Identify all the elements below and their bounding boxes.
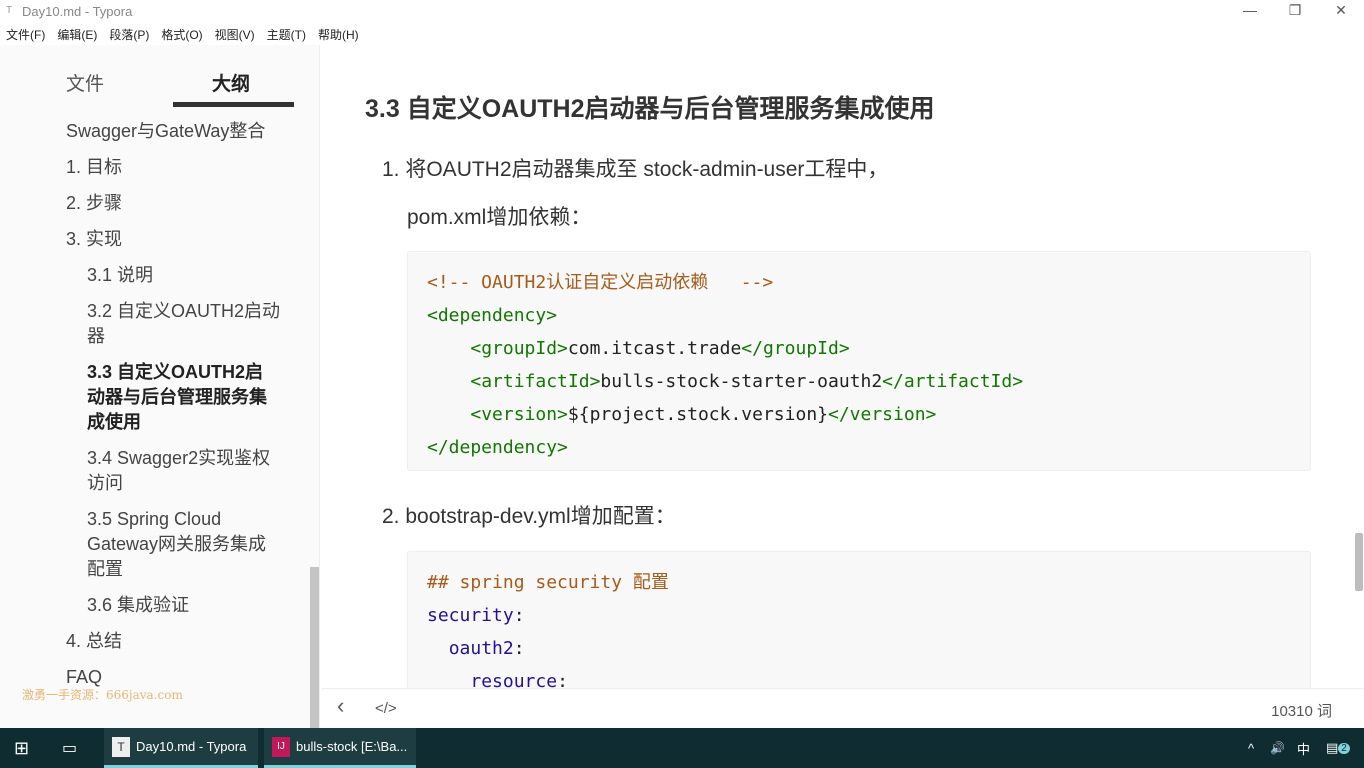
code-token: </version> (828, 404, 937, 425)
editor-scrollbar[interactable] (1355, 533, 1363, 591)
step-1-subtext: pom.xml增加依赖： (407, 206, 592, 229)
restore-button[interactable]: ❐ (1285, 2, 1305, 19)
menu-item[interactable]: 段落(P) (109, 26, 149, 44)
intellij-icon: IJ (272, 736, 290, 757)
outline-item[interactable]: 3.3 自定义OAUTH2启动器与后台管理服务集成使用 (87, 360, 281, 435)
code-line: <artifactId>bulls-stock-starter-oauth2</… (427, 365, 1291, 398)
ime-indicator[interactable]: 中 (1297, 728, 1310, 768)
taskbar-app-label: bulls-stock [E:\Ba... (296, 739, 408, 754)
status-bar: ‹ </> 10310 词 (321, 688, 1364, 728)
menu-bar: 文件(F) 编辑(E) 段落(P) 格式(O) 视图(V) 主题(T) 帮助(H) (0, 22, 365, 44)
code-token: com.itcast.trade (567, 338, 742, 359)
code-line: <!-- OAUTH2认证自定义启动依赖 --> (427, 266, 1291, 299)
tab-files[interactable]: 文件 (66, 69, 104, 96)
taskbar-app-typora[interactable]: T Day10.md - Typora (104, 728, 258, 768)
code-token: : (513, 638, 525, 659)
close-button[interactable]: ✕ (1331, 2, 1351, 19)
menu-item[interactable]: 编辑(E) (57, 26, 97, 44)
code-token: : (557, 671, 568, 688)
window-title: Day10.md - Typora (22, 4, 133, 19)
outline-item[interactable]: 3.5 Spring Cloud Gateway网关服务集成配置 (87, 507, 281, 582)
notification-count: 2 (1338, 742, 1350, 754)
menu-item[interactable]: 视图(V) (215, 26, 255, 44)
code-token: oauth2 (448, 638, 514, 659)
outline-item[interactable]: 3.4 Swagger2实现鉴权访问 (87, 446, 281, 496)
sidebar-scrollbar[interactable] (310, 567, 319, 728)
code-line: <version>${project.stock.version}</versi… (427, 398, 1291, 431)
code-token: <dependency> (427, 305, 558, 326)
menu-item[interactable]: 帮助(H) (318, 26, 359, 44)
step-2-text: 2. bootstrap-dev.yml增加配置： (382, 505, 676, 528)
code-token: </artifactId> (882, 371, 1024, 392)
sidebar: 文件 大纲 Swagger与GateWay整合 1. 目标 2. 步骤 3. 实现 3.… (0, 45, 320, 728)
code-line: <groupId>com.itcast.trade</groupId> (427, 332, 1291, 365)
title-bar: T Day10.md - Typora — ❐ ✕ (0, 0, 1364, 22)
outline-list: Swagger与GateWay整合 1. 目标 2. 步骤 3. 实现 3.1 说明 3.… (66, 119, 281, 701)
taskbar: ⊞ ▭ T Day10.md - Typora IJ bulls-stock [… (0, 728, 1364, 768)
heading: 3.3 自定义OAUTH2启动器与后台管理服务集成使用 (365, 95, 935, 123)
code-token: bulls-stock-starter-oauth2 (600, 371, 883, 392)
code-token: ## spring security 配置 (427, 572, 669, 593)
outline-item[interactable]: 1. 目标 (66, 155, 281, 180)
code-token: security (427, 605, 514, 626)
code-token: resource (470, 671, 558, 688)
code-token: <version> (470, 404, 568, 425)
menu-item[interactable]: 格式(O) (161, 26, 202, 44)
outline-item[interactable]: 3.2 自定义OAUTH2启动器 (87, 299, 281, 349)
watermark: 激勇一手资源：666java.com (22, 688, 183, 702)
outline-item[interactable]: 2. 步骤 (66, 191, 281, 216)
code-line: ## spring security 配置 (427, 566, 1291, 599)
code-token: <!-- OAUTH2认证自定义启动依赖 --> (427, 272, 774, 293)
notification-icon[interactable]: ▤ 2 (1326, 728, 1350, 768)
minimize-button[interactable]: — (1240, 2, 1260, 18)
code-token: </dependency> (427, 437, 568, 458)
outline-item[interactable]: 4. 总结 (66, 629, 281, 654)
outline-item[interactable]: 3. 实现 (66, 227, 281, 252)
outline-item[interactable]: 3.1 说明 (87, 263, 281, 288)
active-tab-indicator (173, 102, 294, 107)
tab-outline[interactable]: 大纲 (212, 69, 250, 96)
code-line: security: (427, 599, 1291, 632)
code-token: <groupId> (470, 338, 568, 359)
code-block-xml[interactable]: <!-- OAUTH2认证自定义启动依赖 --> <dependency> <gr… (407, 251, 1311, 471)
task-view-icon[interactable]: ▭ (62, 728, 77, 768)
code-line: oauth2: (427, 632, 1291, 665)
code-block-yaml[interactable]: ## spring security 配置 security: oauth2: r… (407, 551, 1311, 688)
outline-item[interactable]: Swagger与GateWay整合 (66, 119, 281, 144)
step-1-text: 1. 将OAUTH2启动器集成至 stock-admin-user工程中， (382, 158, 889, 181)
typora-icon: T (6, 5, 13, 16)
code-token: : (513, 605, 525, 626)
volume-icon[interactable]: 🔊 (1270, 728, 1285, 768)
taskbar-app-label: Day10.md - Typora (136, 739, 247, 754)
word-count[interactable]: 10310 词 (1271, 700, 1332, 721)
tray-chevron-icon[interactable]: ^ (1248, 728, 1254, 768)
code-token: ${project.stock.version} (567, 404, 828, 425)
menu-item[interactable]: 文件(F) (6, 26, 45, 44)
code-line: </dependency> (427, 431, 1291, 464)
code-token: </groupId> (741, 338, 850, 359)
code-line: <dependency> (427, 299, 1291, 332)
outline-item[interactable]: 3.6 集成验证 (87, 593, 281, 618)
taskbar-app-intellij[interactable]: IJ bulls-stock [E:\Ba... (264, 728, 416, 768)
code-line: resource: (427, 665, 1291, 688)
windows-start-icon[interactable]: ⊞ (14, 728, 29, 768)
editor[interactable]: 3.3 自定义OAUTH2启动器与后台管理服务集成使用 1. 将OAUTH2启动… (321, 45, 1364, 688)
back-icon[interactable]: ‹ (337, 693, 344, 719)
code-token: <artifactId> (470, 371, 601, 392)
menu-item[interactable]: 主题(T) (267, 26, 306, 44)
source-code-icon[interactable]: </> (375, 700, 397, 717)
typora-icon: T (112, 736, 130, 757)
